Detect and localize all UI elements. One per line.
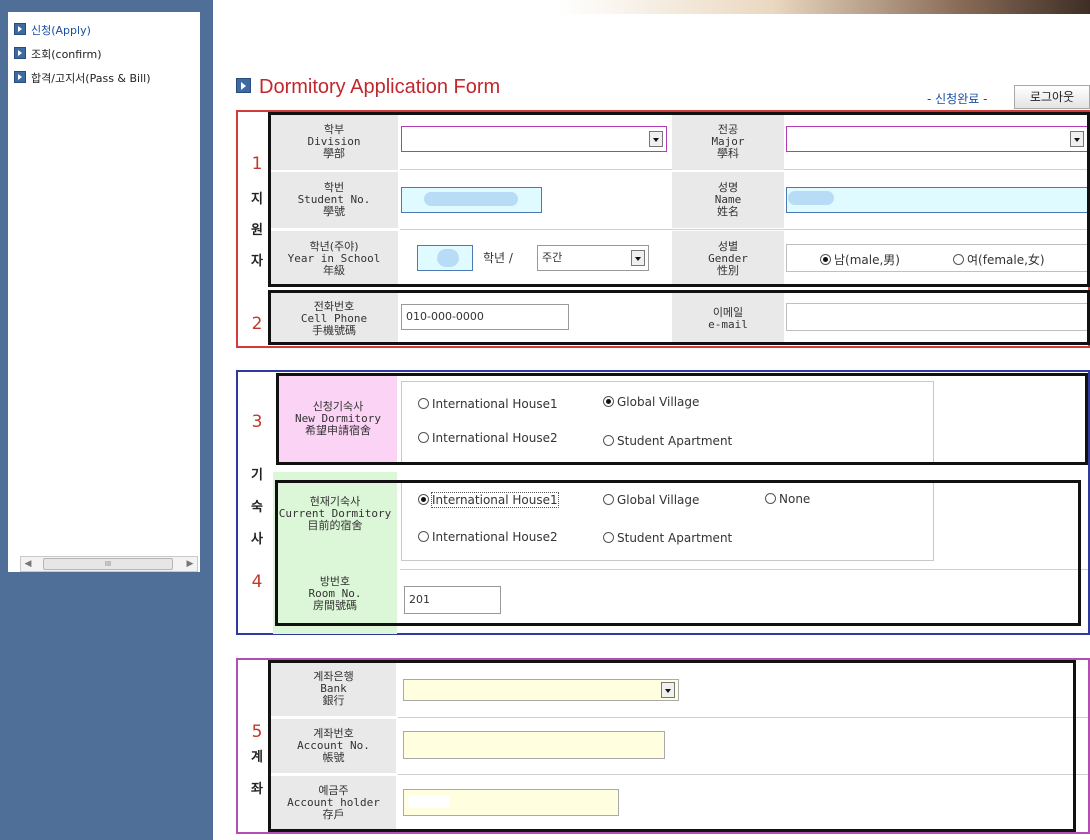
sidebar-menu: 신청(Apply) 조회(confirm) 합격/고지서(Pass & Bill… [8,12,200,572]
arrow-bullet-icon [14,47,26,59]
sidebar-item-label: 신청(Apply) [31,24,91,37]
section-number: 3 [251,412,263,432]
annotation-box [268,660,1076,832]
annotation-box [268,112,1090,287]
left-frame: 신청(Apply) 조회(confirm) 합격/고지서(Pass & Bill… [0,0,213,840]
arrow-bullet-icon [14,23,26,35]
vertical-label: 사 [251,532,263,547]
arrow-bullet-icon [14,71,26,83]
scroll-thumb[interactable]: III [43,558,173,570]
vertical-label: 기 [251,468,263,483]
annotation-box [275,480,1081,626]
logout-button[interactable]: 로그아웃 [1014,85,1090,109]
scroll-right-icon[interactable]: ▶ [183,557,197,571]
annotation-box [268,290,1090,345]
section-number: 4 [251,572,263,592]
status-text: - 신청완료 - [927,92,988,106]
sidebar-item-label: 합격/고지서(Pass & Bill) [31,72,151,85]
sidebar-item-pass-bill[interactable]: 합격/고지서(Pass & Bill) [14,70,151,88]
arrow-bullet-icon [236,78,251,93]
page-title: Dormitory Application Form [236,76,500,99]
sidebar-item-label: 조회(confirm) [31,48,102,61]
vertical-label: 숙 [251,500,263,515]
scroll-left-icon[interactable]: ◀ [21,557,35,571]
header-banner-image [560,0,1090,14]
page-title-text: Dormitory Application Form [259,76,501,98]
sidebar-item-apply[interactable]: 신청(Apply) [14,22,91,40]
annotation-box [276,373,1088,465]
horizontal-scrollbar[interactable]: ◀ III ▶ [20,556,198,572]
sidebar-item-confirm[interactable]: 조회(confirm) [14,46,102,64]
